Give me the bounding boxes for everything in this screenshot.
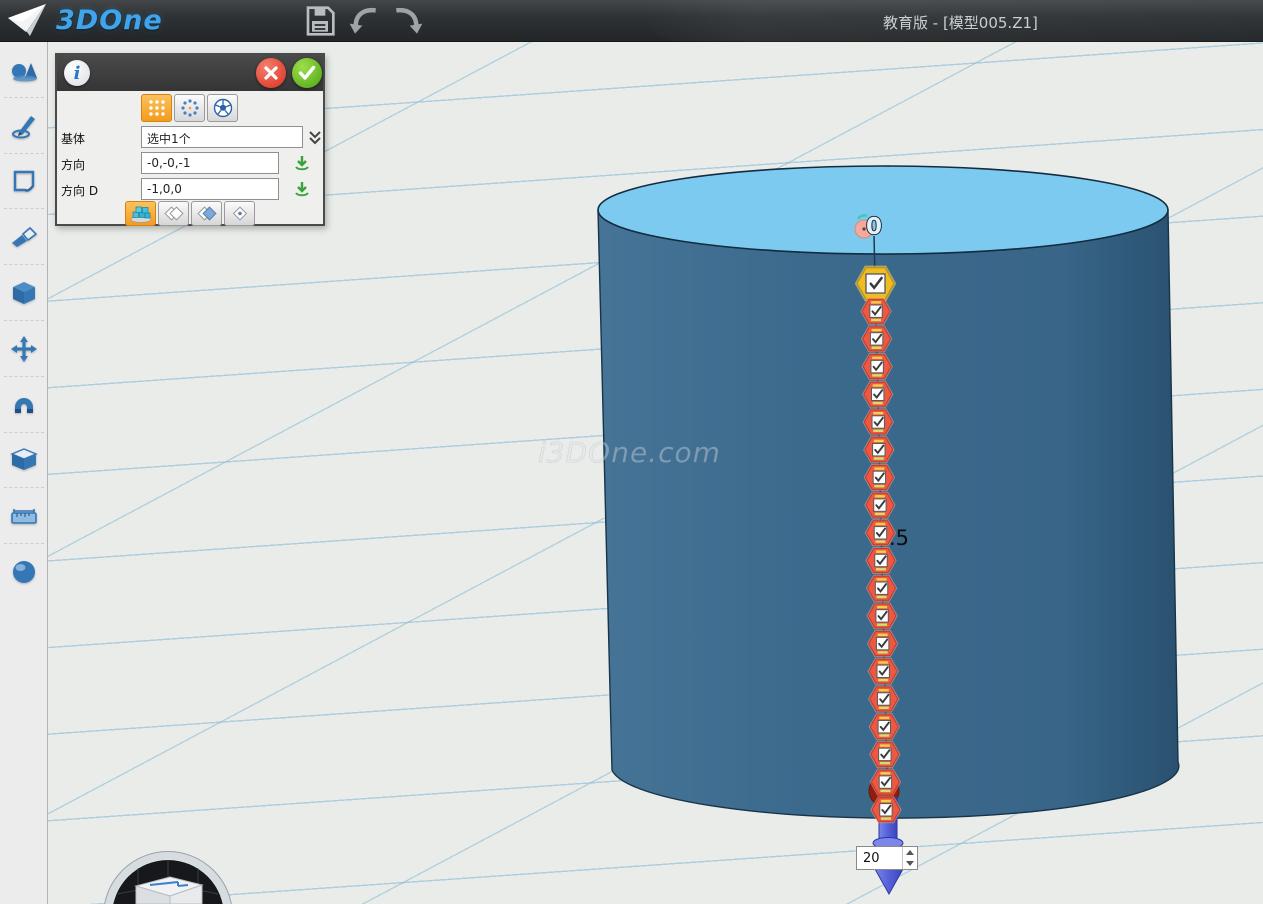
tab-circular-pattern[interactable] — [174, 94, 205, 122]
sidebar-item-measure[interactable] — [0, 488, 48, 544]
sidebar-item-sketch-plane[interactable] — [0, 154, 48, 210]
ruler-icon — [10, 505, 38, 527]
close-icon — [263, 65, 279, 81]
sidebar-item-transform[interactable] — [0, 321, 48, 377]
app-window: 3DOne 教育版 - [模型005.Z1] — [0, 0, 1263, 904]
pattern-instance[interactable] — [864, 382, 892, 406]
spinner-down-button[interactable] — [903, 858, 917, 869]
top-bar: 3DOne 教育版 - [模型005.Z1] — [0, 0, 1263, 42]
arrow-tip[interactable] — [875, 869, 903, 894]
window-title: 教育版 - [模型005.Z1] — [883, 12, 1038, 33]
confirm-button[interactable] — [292, 58, 322, 88]
option-diamond-second[interactable] — [191, 201, 222, 226]
pattern-instance[interactable] — [869, 632, 897, 656]
pattern-instance[interactable] — [870, 715, 898, 739]
option-instances-toggle[interactable] — [125, 201, 156, 226]
field-label: 方向 — [61, 156, 85, 173]
instance-count-spinner — [856, 846, 918, 870]
pattern-instance[interactable] — [865, 465, 893, 489]
pattern-instance[interactable] — [871, 742, 899, 766]
chisel-icon — [10, 225, 38, 249]
pattern-dialog: i — [55, 53, 325, 226]
save-icon[interactable] — [303, 5, 337, 37]
cancel-button[interactable] — [256, 58, 286, 88]
pattern-instance-first[interactable] — [857, 268, 894, 300]
paper-plane-icon — [6, 2, 48, 38]
field-row-direction-d: 方向 D -1,0,0 — [57, 178, 323, 202]
pattern-instance[interactable] — [866, 493, 894, 517]
undo-icon[interactable] — [348, 5, 382, 37]
app-logo: 3DOne — [6, 2, 163, 38]
primitives-icon — [10, 57, 38, 83]
instances-icon — [130, 205, 152, 223]
cube-icon — [11, 280, 37, 306]
info-icon[interactable]: i — [64, 60, 90, 86]
dialog-titlebar: i — [57, 55, 323, 91]
pattern-instance[interactable] — [863, 355, 891, 379]
view-navigation-wheel[interactable] — [98, 844, 240, 904]
field-label: 方向 D — [61, 182, 98, 199]
sidebar-item-edit[interactable] — [0, 209, 48, 265]
pick-direction-d-icon[interactable] — [293, 180, 311, 198]
option-diamond-center[interactable] — [224, 201, 255, 226]
pattern-instance[interactable] — [869, 659, 897, 683]
pick-direction-icon[interactable] — [293, 154, 311, 172]
option-diamond-both[interactable] — [158, 201, 189, 226]
pattern-instance[interactable] — [862, 299, 890, 323]
move-arrows-icon — [11, 336, 37, 362]
pattern-type-tabs — [141, 94, 238, 122]
pattern-instance[interactable] — [870, 687, 898, 711]
spinner-up-button[interactable] — [903, 847, 917, 858]
instance-count-input[interactable] — [857, 847, 902, 869]
circular-pattern-icon — [180, 98, 200, 118]
redo-icon[interactable] — [390, 5, 424, 37]
sphere-icon — [11, 559, 37, 585]
pattern-instance[interactable] — [871, 770, 899, 794]
field-row-direction: 方向 -0,-0,-1 — [57, 152, 323, 176]
pattern-instance[interactable] — [867, 549, 895, 573]
direction-input[interactable]: -0,-0,-1 — [141, 152, 279, 174]
pattern-instance[interactable] — [872, 798, 900, 822]
tool-sidebar — [0, 42, 48, 904]
stack-icon — [10, 448, 38, 472]
plane-icon — [11, 168, 37, 194]
pattern-instance[interactable] — [868, 576, 896, 600]
sidebar-item-assembly[interactable] — [0, 377, 48, 433]
sphere-pattern-icon — [213, 98, 233, 118]
pattern-instance[interactable] — [865, 438, 893, 462]
sidebar-item-render[interactable] — [0, 544, 48, 600]
tab-sphere-pattern[interactable] — [207, 94, 238, 122]
sidebar-item-sketch[interactable] — [0, 98, 48, 154]
spinner-arrows — [902, 847, 917, 869]
field-row-base: 基体 选中1个 — [57, 126, 323, 150]
sidebar-item-primitives[interactable] — [0, 42, 48, 98]
direction-d-input[interactable]: -1,0,0 — [141, 178, 279, 200]
diamond-blue-icon — [196, 205, 218, 223]
pattern-instance[interactable] — [868, 604, 896, 628]
field-label: 基体 — [61, 130, 85, 147]
pattern-instance[interactable] — [863, 327, 891, 351]
diamonds-icon — [163, 205, 185, 223]
sidebar-item-pattern[interactable] — [0, 433, 48, 489]
spacing-label: .5 — [889, 526, 909, 550]
tab-linear-pattern[interactable] — [141, 94, 172, 122]
pattern-instance[interactable] — [864, 410, 892, 434]
check-icon — [298, 65, 316, 81]
base-input[interactable]: 选中1个 — [141, 126, 303, 148]
watermark: i3DOne.com — [538, 436, 721, 469]
cylinder-top-face[interactable] — [598, 166, 1168, 254]
sidebar-item-feature[interactable] — [0, 265, 48, 321]
diamond-dot-icon — [229, 205, 251, 223]
origin-label: 0 — [866, 214, 882, 240]
logo-text: 3DOne — [56, 5, 163, 36]
linear-pattern-icon — [147, 98, 167, 118]
pencil-icon — [11, 113, 37, 139]
chevron-double-down-icon[interactable] — [307, 129, 323, 147]
pattern-option-buttons — [125, 201, 255, 226]
magnet-icon — [11, 392, 37, 418]
